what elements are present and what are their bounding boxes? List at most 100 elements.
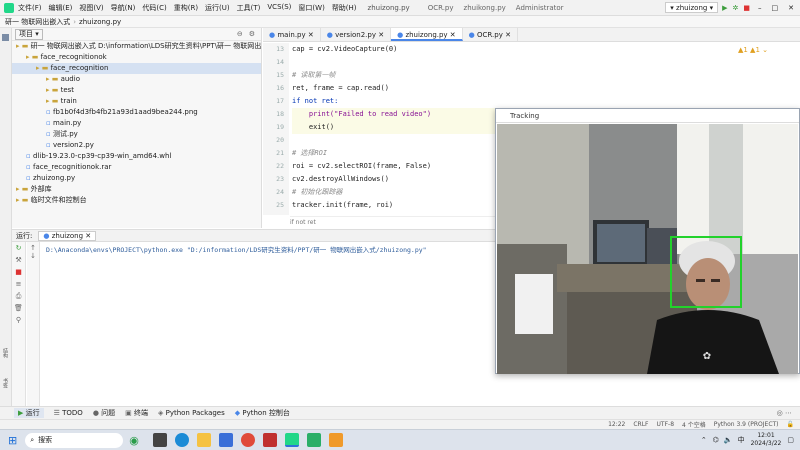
tree-item[interactable]: ▫ fb1b0f4d3fb4fb21a93d1aad9bea244.png [12,107,261,118]
status-encoding[interactable]: UTF-8 [657,421,675,428]
network-icon[interactable]: ⌬ [713,436,719,444]
tool-tab-todo[interactable]: ☰ TODO [54,409,83,417]
stop-icon[interactable]: ■ [12,266,25,278]
event-log-icon[interactable]: ◎ ⋯ [777,409,792,417]
tree-item[interactable]: ▫ main.py [12,118,261,129]
wrench-icon[interactable]: ⚒ [12,254,25,266]
menu-view[interactable]: 视图(V) [79,3,103,13]
warning-icon[interactable]: ▲1 ▲1 ⌄ [738,46,768,54]
bookmarks-tool-label[interactable]: 书签 [2,378,9,388]
tool-tab-problems[interactable]: ● 问题 [93,408,115,418]
search-icon: ⌕ [30,435,35,444]
tool-tab-console[interactable]: ◆ Python 控制台 [235,408,290,418]
tree-item[interactable]: ▫ 测试.py [12,129,261,140]
print-icon[interactable]: ⎙ [12,290,25,302]
app-icon-red[interactable] [262,433,277,447]
run-icon[interactable]: ▶ [722,4,727,12]
tree-item[interactable]: ▸ ▬ face_recognitionok [12,52,261,63]
menu-edit[interactable]: 编辑(E) [49,3,73,13]
tree-item[interactable]: ▫ dlib-19.23.0-cp39-cp39-win_amd64.whl [12,151,261,162]
line-number: 23 [276,175,284,183]
menu-navigate[interactable]: 导航(N) [111,3,136,13]
chrome-icon[interactable] [240,433,255,447]
task-view-icon[interactable] [152,433,167,447]
tab-version2[interactable]: ● version2.py ✕ [321,28,392,41]
structure-tool-label[interactable]: 结构 [2,348,9,358]
close-icon[interactable]: ✕ [788,4,794,12]
store-icon[interactable] [218,433,233,447]
nav-project-crumb[interactable]: 研一 物联网出嵌入式 [5,17,70,27]
menu-code[interactable]: 代码(C) [142,3,166,13]
run-tab-zhuizong[interactable]: ● zhuizong ✕ [38,230,97,241]
menu-tools[interactable]: 工具(T) [237,3,261,13]
tree-item[interactable]: ▸ ▬ audio [12,74,261,85]
debug-icon[interactable]: ✲ [733,4,739,12]
project-selector[interactable]: 项目 ▾ [15,28,43,40]
delete-icon[interactable]: 🗑 [12,302,25,314]
app-icon-orange[interactable] [328,433,343,447]
tree-item[interactable]: ▸ ▬ 外部库 [12,184,261,195]
windows-start-icon[interactable]: ⊞ [8,434,17,447]
tray-chevron-icon[interactable]: ⌃ [701,436,707,444]
project-tool-icon[interactable] [2,34,9,41]
menu-help[interactable]: 帮助(H) [332,3,357,13]
pycharm-icon[interactable] [284,433,299,447]
tracking-window-title[interactable]: Tracking [496,109,799,123]
lock-icon[interactable]: 🔓 [787,421,794,428]
tab-main[interactable]: ● main.py ✕ [263,28,321,41]
ime-icon[interactable]: 中 [738,435,745,445]
tree-item[interactable]: ▸ ▬ face_recognition [12,63,261,74]
wrap-icon[interactable]: ≡ [12,278,25,290]
scroll-up-icon[interactable]: ↑ [27,244,39,252]
menu-run[interactable]: 运行(U) [205,3,230,13]
status-bar: 12:22 CRLF UTF-8 4 个空格 Python 3.9 (PROJE… [0,419,800,429]
tree-item[interactable]: ▫ version2.py [12,140,261,151]
tree-item[interactable]: ▸ ▬ 研一 物联网出嵌入式 D:\information\LDS研究生资料\P… [12,41,261,52]
tool-tab-packages[interactable]: ◈ Python Packages [158,409,225,417]
line-number: 20 [276,136,284,144]
tool-tab-run-label: 运行 [25,409,40,417]
status-eol[interactable]: CRLF [633,421,648,428]
run-config-select[interactable]: ▾ zhuizong ▾ [665,2,719,13]
tracking-window[interactable]: Tracking ✿ [495,108,800,374]
rerun-icon[interactable]: ↻ [12,242,25,254]
pin-icon[interactable]: ⚲ [12,314,25,326]
taskbar-clock[interactable]: 12:01 2024/3/22 [751,432,782,448]
minimize-icon[interactable]: – [758,4,762,12]
tab-zhuizong[interactable]: ● zhuizong.py ✕ [391,28,463,41]
tool-tab-terminal[interactable]: ▣ 终端 [125,408,148,418]
tab-ocr[interactable]: ● OCR.py ✕ [463,28,518,41]
notification-icon[interactable]: ▢ [787,436,794,444]
tree-item[interactable]: ▸ ▬ 临时文件和控制台 [12,195,261,206]
run-console[interactable]: D:\Anaconda\envs\PROJECT\python.exe "D:/… [40,242,495,406]
status-indent[interactable]: 4 个空格 [682,420,706,429]
tree-item-label: 外部库 [30,185,52,193]
wechat-icon[interactable] [306,433,321,447]
nav-file-crumb[interactable]: zhuizong.py [79,18,121,26]
edge-icon[interactable] [174,433,189,447]
editor-breadcrumb[interactable]: if not ret [290,216,500,228]
collapse-all-icon[interactable]: ⊖ [237,30,243,38]
menu-window[interactable]: 窗口(W) [298,3,324,13]
project-tree: ▸ ▬ 研一 物联网出嵌入式 D:\information\LDS研究生资料\P… [12,41,261,206]
line-number: 19 [276,123,284,131]
tool-tab-run[interactable]: ▶ 运行 [14,408,44,418]
tree-item[interactable]: ▸ ▬ test [12,85,261,96]
taskbar-search[interactable]: ⌕ 搜索 [25,432,124,448]
file-explorer-icon[interactable] [196,433,211,447]
maximize-icon[interactable]: □ [772,4,779,12]
weather-icon[interactable]: ◉ [129,434,139,447]
status-interpreter[interactable]: Python 3.9 (PROJECT) [714,421,779,428]
menu-refactor[interactable]: 重构(R) [174,3,198,13]
scroll-down-icon[interactable]: ↓ [27,252,39,260]
tree-item[interactable]: ▸ ▬ train [12,96,261,107]
gear-icon[interactable]: ⚙ [249,30,255,38]
menu-vcs[interactable]: VCS(S) [267,3,291,13]
volume-icon[interactable]: 🔈 [724,436,733,444]
tree-item[interactable]: ▫ zhuizong.py [12,173,261,184]
code-editor[interactable]: cap = cv2.VideoCapture(0) # 读取第一帧 ret, fra… [292,43,502,215]
status-position[interactable]: 12:22 [608,421,625,428]
stop-icon[interactable]: ■ [743,4,750,12]
tree-item[interactable]: ▫ face_recognitionok.rar [12,162,261,173]
menu-file[interactable]: 文件(F) [18,3,42,13]
